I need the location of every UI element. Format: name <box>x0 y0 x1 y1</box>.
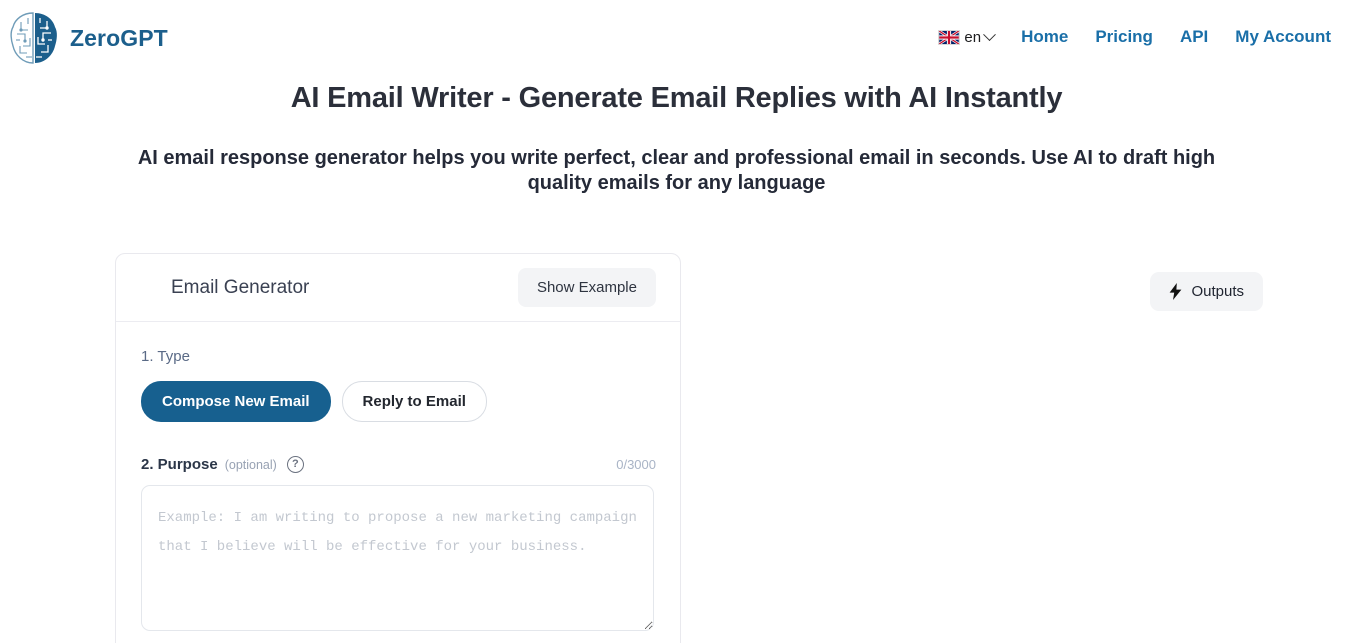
purpose-input[interactable] <box>141 485 654 631</box>
type-button-group: Compose New Email Reply to Email <box>141 381 656 422</box>
page-subtitle: AI email response generator helps you wr… <box>137 147 1216 194</box>
page-title: AI Email Writer - Generate Email Replies… <box>290 82 1063 114</box>
card-header: Email Generator Show Example <box>116 254 680 322</box>
card-title: Email Generator <box>171 276 310 298</box>
brand-name: ZeroGPT <box>70 24 168 51</box>
question-mark-icon[interactable]: ? <box>286 456 304 473</box>
lightning-bolt-icon <box>1169 283 1182 300</box>
nav-link-api[interactable]: API <box>1180 27 1208 47</box>
outputs-panel: Outputs <box>1150 272 1263 311</box>
outputs-label: Outputs <box>1191 283 1244 300</box>
outputs-button[interactable]: Outputs <box>1150 272 1263 311</box>
show-example-button[interactable]: Show Example <box>517 268 656 307</box>
purpose-optional-tag: (optional) <box>224 457 277 472</box>
site-header: ZeroGPT en Home Pricing API My Account <box>0 0 1353 80</box>
compose-new-email-button[interactable]: Compose New Email <box>141 381 331 422</box>
purpose-label: 2. Purpose <box>141 456 218 473</box>
reply-to-email-button[interactable]: Reply to Email <box>341 381 487 422</box>
email-generator-card: Email Generator Show Example 1. Type Com… <box>115 253 681 643</box>
nav-link-home[interactable]: Home <box>1021 27 1068 47</box>
step-type-label: 1. Type <box>141 348 190 365</box>
language-switcher[interactable]: en <box>938 27 996 46</box>
nav-link-my-account[interactable]: My Account <box>1235 27 1331 47</box>
purpose-header-row: 2. Purpose (optional) ? 0/3000 <box>141 456 656 473</box>
main-content: Email Generator Show Example 1. Type Com… <box>0 253 1353 643</box>
character-counter: 0/3000 <box>616 457 656 472</box>
brain-icon <box>8 10 60 66</box>
chevron-down-icon <box>983 27 996 41</box>
brand-logo-link[interactable]: ZeroGPT <box>8 10 168 66</box>
main-navigation: en Home Pricing API My Account <box>938 27 1331 47</box>
language-code: en <box>964 28 982 46</box>
card-body: 1. Type Compose New Email Reply to Email… <box>116 322 680 636</box>
hero-section: AI Email Writer - Generate Email Replies… <box>0 80 1353 196</box>
nav-link-pricing[interactable]: Pricing <box>1095 27 1153 47</box>
uk-flag-icon <box>938 29 961 45</box>
